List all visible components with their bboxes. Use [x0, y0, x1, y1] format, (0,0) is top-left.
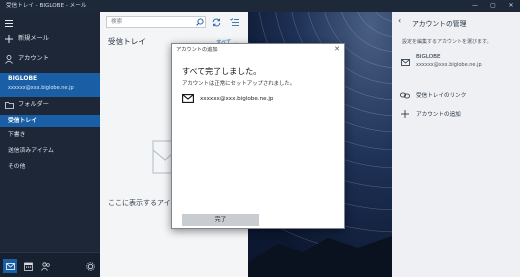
settings-icon — [85, 261, 95, 271]
settings-account-email: xxxxxx@xxx.biglobe.ne.jp — [416, 62, 482, 68]
folder-other[interactable]: その他 — [0, 161, 100, 173]
empty-folder-message: ここに表示するアイテ — [108, 199, 178, 207]
done-button[interactable]: 完了 — [182, 214, 259, 226]
title-bar: 受信トレイ - BIGLOBE - メール — ▢ ✕ — [0, 0, 520, 12]
sidebar: 新規メール アカウント BIGLOBE xxxxxx@xxx.biglobe.n… — [0, 12, 100, 277]
mail-icon — [182, 94, 194, 103]
folder-title: 受信トレイ — [108, 37, 146, 46]
folder-inbox[interactable]: 受信トレイ — [0, 115, 100, 127]
sync-icon — [212, 18, 221, 27]
dialog-heading: すべて完了しました。 — [182, 67, 262, 76]
add-account-item[interactable]: アカウントの追加 — [400, 109, 518, 121]
add-account-label: アカウントの追加 — [416, 112, 461, 118]
sync-button[interactable] — [210, 16, 222, 28]
close-window-button[interactable]: ✕ — [502, 0, 520, 12]
folders-header[interactable]: フォルダー — [0, 98, 100, 112]
accounts-label: アカウント — [18, 55, 49, 62]
dialog-close-button[interactable]: ✕ — [334, 45, 340, 53]
manage-accounts-title: アカウントの管理 — [412, 20, 467, 28]
plus-icon — [4, 32, 14, 46]
select-list-icon — [229, 18, 239, 26]
people-icon — [41, 261, 51, 271]
accounts-header[interactable]: アカウント — [0, 52, 100, 66]
link-inboxes-label: 受信トレイのリンク — [416, 93, 467, 99]
settings-account-name: BIGLOBE — [416, 54, 441, 60]
account-name: BIGLOBE — [8, 75, 38, 82]
search-icon — [196, 18, 204, 26]
account-item-biglobe[interactable]: BIGLOBE xxxxxx@xxx.biglobe.ne.jp — [0, 73, 100, 97]
manage-accounts-description: 設定を編集するアカウントを選びます。 — [402, 39, 492, 45]
back-chevron-icon[interactable]: ‹ — [398, 16, 401, 25]
folder-icon — [4, 98, 14, 112]
search-input[interactable]: 検索 — [106, 16, 206, 28]
app-switcher-bar — [0, 252, 100, 277]
folder-drafts[interactable]: 下書き — [0, 129, 100, 141]
folder-sent[interactable]: 送信済みアイテム — [0, 145, 100, 157]
search-button[interactable] — [194, 16, 206, 28]
mail-app-button[interactable] — [3, 259, 17, 273]
plus-icon — [400, 109, 410, 119]
dialog-subtext: アカウントは正常にセットアップされました。 — [182, 81, 296, 87]
minimize-button[interactable]: — — [466, 0, 484, 12]
link-icon — [400, 90, 410, 100]
window-title: 受信トレイ - BIGLOBE - メール — [6, 3, 87, 9]
selection-mode-button[interactable] — [228, 16, 240, 28]
hamburger-menu-button[interactable] — [0, 16, 100, 30]
manage-accounts-pane: ‹ アカウントの管理 設定を編集するアカウントを選びます。 BIGLOBE xx… — [392, 12, 520, 277]
mail-icon — [400, 57, 410, 67]
new-mail-button[interactable]: 新規メール — [0, 32, 100, 46]
folders-label: フォルダー — [18, 101, 49, 108]
mail-icon — [5, 262, 15, 270]
settings-button[interactable] — [83, 259, 97, 273]
calendar-icon — [23, 262, 33, 271]
hamburger-icon — [4, 16, 14, 30]
people-app-button[interactable] — [39, 259, 53, 273]
maximize-button[interactable]: ▢ — [484, 0, 502, 12]
dialog-title: アカウントの追加 — [176, 47, 218, 53]
new-mail-label: 新規メール — [18, 35, 49, 42]
account-email: xxxxxx@xxx.biglobe.ne.jp — [8, 85, 74, 91]
add-account-dialog: アカウントの追加 ✕ すべて完了しました。 アカウントは正常にセットアップされま… — [171, 43, 345, 229]
person-icon — [4, 52, 14, 66]
link-inboxes-item[interactable]: 受信トレイのリンク — [400, 90, 518, 102]
dialog-account-email: xxxxxx@xxx.biglobe.ne.jp — [200, 96, 274, 102]
calendar-app-button[interactable] — [21, 259, 35, 273]
account-setting-item[interactable]: BIGLOBE xxxxxx@xxx.biglobe.ne.jp — [400, 54, 518, 76]
